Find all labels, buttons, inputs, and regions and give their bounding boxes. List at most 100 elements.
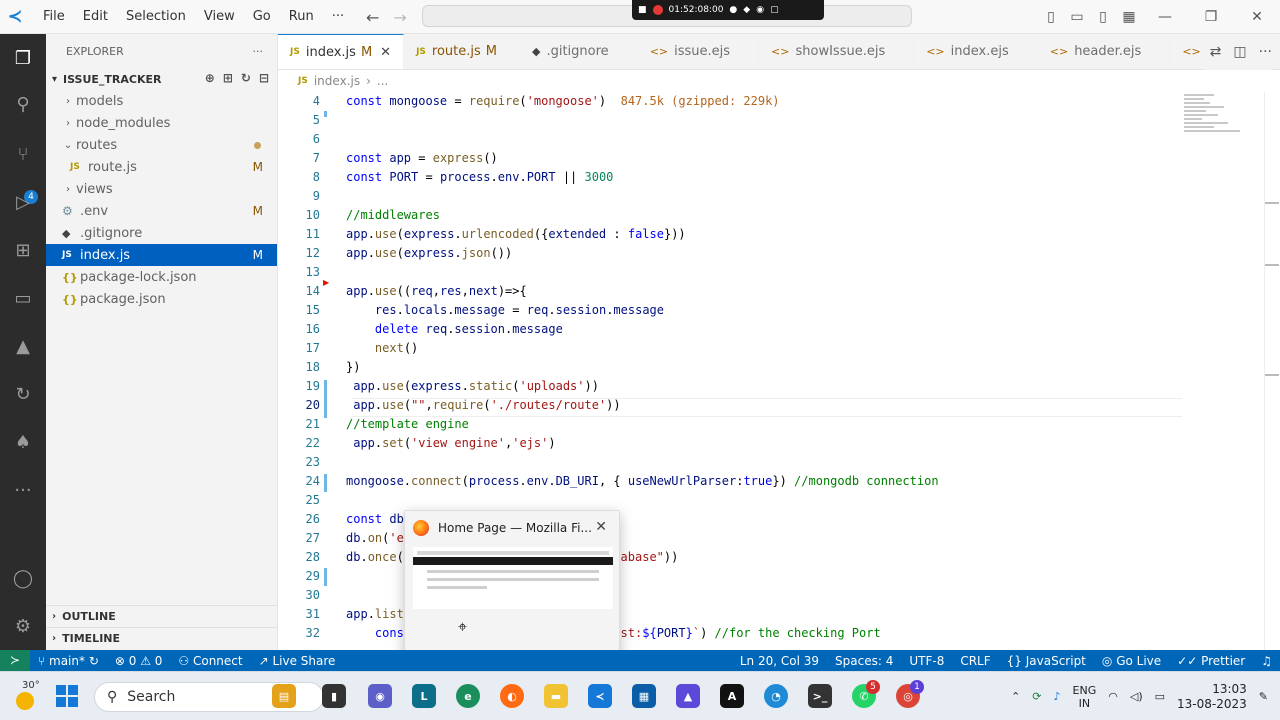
compare-changes-icon[interactable]: ⇄ bbox=[1210, 44, 1222, 60]
menu-go[interactable]: Go bbox=[244, 0, 280, 34]
vscode-taskbar-icon[interactable]: ≺ bbox=[588, 684, 612, 708]
chevron-up-icon[interactable]: ⌃ bbox=[1011, 690, 1020, 703]
split-editor-icon[interactable]: ◫ bbox=[1233, 44, 1246, 60]
sync-icon[interactable]: ⟳ bbox=[1032, 690, 1041, 703]
tab-issue-ejs[interactable]: <> issue.ejs bbox=[638, 34, 760, 69]
firefox-taskbar-icon[interactable]: ◐ bbox=[500, 684, 524, 708]
menu-file[interactable]: File bbox=[34, 0, 74, 34]
toggle-panel-icon[interactable]: ▭ bbox=[1064, 9, 1090, 25]
tree-item-models[interactable]: › models bbox=[46, 90, 277, 112]
taskbar-preview-popup[interactable]: Home Page — Mozilla Fi... ✕ bbox=[404, 510, 620, 658]
close-preview-icon[interactable]: ✕ bbox=[595, 519, 607, 535]
tree-item-package-json[interactable]: {} package.json bbox=[46, 288, 277, 310]
menu-selection[interactable]: Selection bbox=[117, 0, 195, 34]
encoding[interactable]: UTF-8 bbox=[901, 654, 952, 668]
speaker-icon[interactable]: ◆ bbox=[743, 5, 750, 15]
toggle-sidebar-icon[interactable]: ▯ bbox=[1038, 9, 1064, 25]
lens-app-icon[interactable]: L bbox=[412, 684, 436, 708]
notifications-bell-icon[interactable]: ♫ bbox=[1253, 654, 1280, 668]
tree-item-gitignore[interactable]: ◆ .gitignore bbox=[46, 222, 277, 244]
breadcrumb-file[interactable]: index.js bbox=[314, 74, 360, 88]
clock[interactable]: 13:03 13-08-2023 bbox=[1177, 682, 1247, 712]
customize-layout-icon[interactable]: ▦ bbox=[1116, 9, 1142, 25]
store-app-icon[interactable]: ▦ bbox=[632, 684, 656, 708]
restore-button[interactable]: ❐ bbox=[1188, 9, 1234, 25]
tab-route-js[interactable]: JS route.js M bbox=[404, 34, 510, 69]
menu-more[interactable]: ··· bbox=[323, 0, 353, 34]
breadcrumb-more[interactable]: ... bbox=[377, 74, 388, 88]
remote-explorer-icon[interactable]: ▭ bbox=[9, 284, 37, 312]
record-icon[interactable] bbox=[652, 5, 663, 15]
run-debug-icon[interactable]: ▷ bbox=[9, 188, 37, 216]
tree-item-env[interactable]: ⚙ .env M bbox=[46, 200, 277, 222]
stop-icon[interactable]: ▢ bbox=[770, 5, 779, 15]
explorer-more-icon[interactable]: ··· bbox=[253, 45, 264, 58]
timeline-section[interactable]: › TIMELINE bbox=[46, 627, 278, 649]
forward-arrow-icon[interactable]: → bbox=[393, 8, 406, 27]
problems-indicator[interactable]: ⊗ 0 ⚠ 0 bbox=[107, 654, 171, 668]
more-actions-icon[interactable]: ··· bbox=[1259, 44, 1272, 60]
tab-index-js[interactable]: JS index.js M ✕ bbox=[278, 34, 405, 69]
connect-button[interactable]: ⚇ Connect bbox=[170, 654, 250, 668]
window-thumbnail[interactable] bbox=[413, 547, 613, 609]
tree-item-route-js[interactable]: JS route.js M bbox=[46, 156, 277, 178]
new-file-icon[interactable]: ⊕ bbox=[205, 71, 215, 85]
tree-item-routes[interactable]: ⌄ routes bbox=[46, 134, 277, 156]
close-tab-icon[interactable]: ✕ bbox=[380, 45, 391, 60]
tree-item-node-modules[interactable]: › node_modules bbox=[46, 112, 277, 134]
toggle-secondary-sidebar-icon[interactable]: ▯ bbox=[1090, 9, 1116, 25]
battery-icon[interactable]: ▭ bbox=[1155, 690, 1165, 703]
extensions-icon[interactable]: ⊞ bbox=[9, 236, 37, 264]
tree-item-package-lock[interactable]: {} package-lock.json bbox=[46, 266, 277, 288]
more-icon[interactable]: ··· bbox=[9, 476, 37, 504]
language-mode[interactable]: {} JavaScript bbox=[999, 654, 1094, 668]
wifi-icon[interactable]: ◠ bbox=[1108, 690, 1118, 703]
mongodb-leaf-icon[interactable]: ♠ bbox=[9, 428, 37, 456]
collapse-all-icon[interactable]: ⊟ bbox=[259, 71, 269, 85]
tree-item-index-js[interactable]: JS index.js M bbox=[46, 244, 277, 266]
source-control-icon[interactable]: ⑂ bbox=[9, 140, 37, 168]
branch-indicator[interactable]: ⑂ main* ↻ bbox=[30, 654, 107, 668]
terminal-app-icon[interactable]: >_ bbox=[808, 684, 832, 708]
start-button[interactable] bbox=[56, 685, 78, 707]
menu-edit[interactable]: Edit bbox=[74, 0, 117, 34]
azure-app-icon[interactable]: ▲ bbox=[676, 684, 700, 708]
docker-app-icon[interactable]: ◔ bbox=[764, 684, 788, 708]
tab-gitignore[interactable]: ◆ .gitignore bbox=[510, 34, 638, 69]
mic-icon[interactable]: ● bbox=[729, 5, 737, 15]
cursor-position[interactable]: Ln 20, Col 39 bbox=[732, 654, 827, 668]
root-folder[interactable]: ▾ ISSUE_TRACKER ⊕ ⊞ ↻ ⊟ bbox=[46, 68, 277, 90]
vertical-scrollbar[interactable] bbox=[1264, 92, 1265, 650]
minimap[interactable] bbox=[1184, 92, 1254, 152]
indentation[interactable]: Spaces: 4 bbox=[827, 654, 901, 668]
new-folder-icon[interactable]: ⊞ bbox=[223, 71, 233, 85]
remote-indicator-icon[interactable]: ≻ bbox=[0, 650, 30, 671]
search-icon[interactable]: ⚲ bbox=[9, 90, 37, 118]
edge-browser-icon[interactable]: e bbox=[456, 684, 480, 708]
minimize-button[interactable]: — bbox=[1142, 9, 1188, 25]
close-window-button[interactable]: ✕ bbox=[1234, 9, 1280, 25]
file-explorer-icon[interactable]: ▬ bbox=[544, 684, 568, 708]
teams-app-icon[interactable]: ◉ bbox=[368, 684, 392, 708]
live-share-button[interactable]: ↗ Live Share bbox=[251, 654, 344, 668]
azure-icon[interactable]: ▲ bbox=[9, 332, 37, 360]
tab-showissue-ejs[interactable]: <> showIssue.ejs bbox=[759, 34, 915, 69]
weather-widget[interactable]: 30° bbox=[10, 680, 42, 712]
file-app-icon[interactable]: ▮ bbox=[322, 684, 346, 708]
explorer-icon[interactable]: ❐ bbox=[9, 44, 37, 72]
go-live-button[interactable]: ◎ Go Live bbox=[1094, 654, 1169, 668]
refresh-icon[interactable]: ↻ bbox=[241, 71, 251, 85]
tab-index-ejs[interactable]: <> index.ejs bbox=[914, 34, 1038, 69]
menu-run[interactable]: Run bbox=[280, 0, 323, 34]
menu-view[interactable]: View bbox=[195, 0, 244, 34]
back-arrow-icon[interactable]: ← bbox=[366, 8, 379, 27]
live-share-icon[interactable]: ↻ bbox=[9, 380, 37, 408]
widgets-app-icon[interactable]: ▤ bbox=[272, 684, 296, 708]
outline-section[interactable]: › OUTLINE bbox=[46, 605, 278, 627]
webcam-icon[interactable]: ◉ bbox=[756, 5, 764, 15]
adobe-app-icon[interactable]: A bbox=[720, 684, 744, 708]
volume-icon[interactable]: ◁) bbox=[1130, 690, 1143, 703]
tab-header-ejs[interactable]: <> header.ejs bbox=[1038, 34, 1171, 69]
line-ending[interactable]: CRLF bbox=[952, 654, 998, 668]
notification-center-icon[interactable]: ✎ bbox=[1259, 690, 1268, 703]
